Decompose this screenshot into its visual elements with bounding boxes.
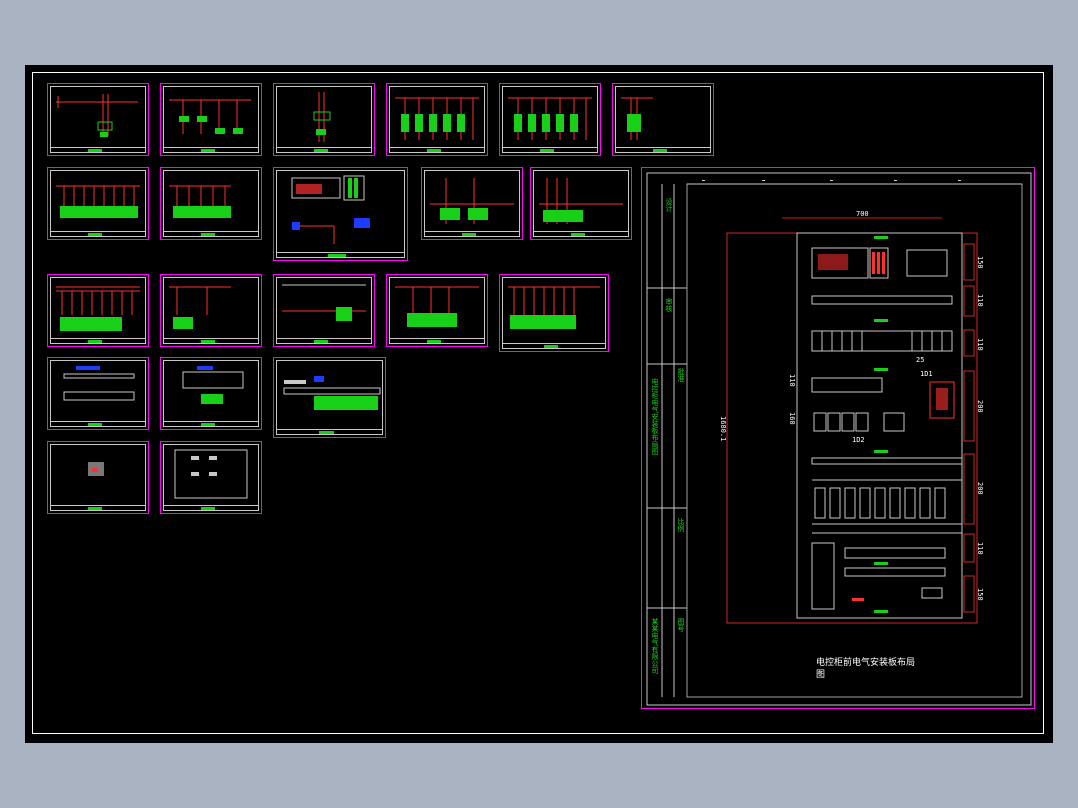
dim-right-0: 150 (976, 256, 984, 269)
sheet-14-wiring (282, 284, 366, 321)
panel-layout-drawing (646, 172, 1032, 706)
sheet-9-layout (291, 175, 370, 244)
sheet-17-table (63, 366, 135, 401)
title-block-review: 审核 (665, 298, 673, 312)
title-block-scale: 比例 (677, 518, 685, 532)
dim-right-6: 150 (976, 588, 984, 601)
dim-right-5: 110 (976, 542, 984, 555)
cad-model-space[interactable]: 700 1680.1 25 1D1 1D2 某某电气有限公司 电控柜电气安装板布… (25, 65, 1053, 743)
schematic-sheet-1[interactable] (47, 83, 149, 156)
schematic-sheet-4[interactable] (386, 83, 488, 156)
sheet-13-wiring (169, 286, 231, 329)
sheet-10-wiring (430, 178, 514, 224)
schematic-sheet-8[interactable] (160, 167, 262, 240)
sheet-2-wiring (169, 99, 251, 134)
schematic-sheet-11[interactable] (530, 167, 632, 240)
layout-title: 电控柜前电气安装板布局 图 (816, 657, 916, 681)
schematic-sheet-7[interactable] (47, 167, 149, 240)
sheet-15-wiring (395, 286, 479, 327)
dim-small-label: 25 (916, 356, 925, 364)
schematic-sheet-17[interactable] (47, 357, 149, 430)
sheet-12-wiring (56, 286, 140, 331)
schematic-sheet-14[interactable] (273, 274, 375, 347)
schematic-sheet-6[interactable] (612, 83, 714, 156)
sheet-20-symbols (88, 462, 104, 476)
sheet-7-wiring (56, 185, 140, 218)
dim-width-label: 700 (856, 210, 869, 218)
sheet-19-table (283, 376, 381, 410)
sheet-6-wiring (621, 97, 653, 140)
schematic-sheet-3[interactable] (273, 83, 375, 156)
sheet-1-wiring (56, 94, 138, 137)
dim-left-0: 110 (788, 374, 796, 387)
sheet-3-wiring (313, 92, 331, 142)
schematic-sheet-9[interactable] (273, 167, 408, 261)
dim-right-4: 200 (976, 482, 984, 495)
title-block-drawing-name: 电控柜电气安装板布局图 (651, 378, 659, 455)
dim-right-2: 110 (976, 338, 984, 351)
schematic-sheet-16[interactable] (499, 274, 609, 352)
sheet-21-panel (174, 449, 248, 499)
schematic-sheet-21[interactable] (160, 441, 262, 514)
title-block-number: 图号 (677, 618, 685, 632)
sheet-11-wiring (539, 178, 623, 224)
schematic-sheet-10[interactable] (421, 167, 523, 240)
dim-right-3: 200 (976, 400, 984, 413)
schematic-sheet-20[interactable] (47, 441, 149, 514)
tag-1d1: 1D1 (920, 370, 933, 378)
schematic-sheet-2[interactable] (160, 83, 262, 156)
sheet-4-wiring (395, 97, 479, 140)
dim-right-1: 110 (976, 294, 984, 307)
sheet-16-wiring (508, 286, 600, 329)
schematic-sheet-12[interactable] (47, 274, 149, 347)
title-block-approve: 批准 (677, 368, 685, 382)
title-block-design: 设计 (665, 198, 673, 212)
dim-height-label: 1680.1 (719, 416, 727, 442)
sheet-18-table (182, 366, 244, 404)
main-sheet[interactable]: 700 1680.1 25 1D1 1D2 某某电气有限公司 电控柜电气安装板布… (641, 167, 1035, 709)
tag-1d2: 1D2 (852, 436, 865, 444)
layout-title-line2: 图 (816, 670, 826, 680)
sheet-5-wiring (508, 97, 592, 140)
layout-title-line1: 电控柜前电气安装板布局 (816, 658, 916, 668)
schematic-sheet-15[interactable] (386, 274, 488, 347)
dim-left-1: 160 (788, 412, 796, 425)
title-block-company: 某某电气有限公司 (651, 618, 659, 674)
schematic-sheet-18[interactable] (160, 357, 262, 430)
schematic-sheet-13[interactable] (160, 274, 262, 347)
schematic-sheet-5[interactable] (499, 83, 601, 156)
sheet-8-wiring (169, 185, 231, 218)
schematic-sheet-19[interactable] (273, 357, 386, 438)
